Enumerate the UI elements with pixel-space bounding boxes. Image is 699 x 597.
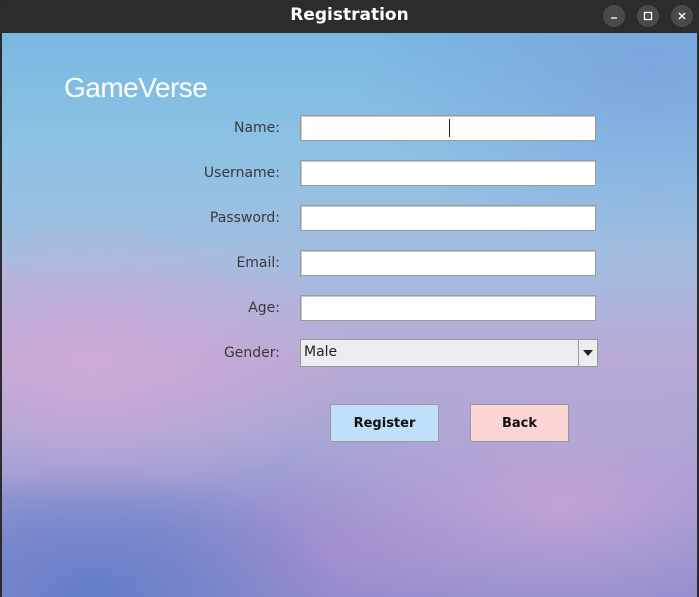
gender-label: Gender:: [223, 345, 280, 361]
gameverse-logo: GameVerse: [64, 72, 208, 103]
minimize-icon: [611, 17, 617, 19]
name-label: Name:: [233, 120, 280, 136]
username-input[interactable]: [300, 160, 596, 186]
gender-select[interactable]: Male: [300, 339, 598, 367]
close-icon: [678, 12, 686, 20]
chevron-down-icon: [583, 350, 593, 356]
age-input[interactable]: [300, 295, 596, 321]
maximize-icon: [643, 11, 653, 21]
email-label: Email:: [236, 255, 280, 271]
minimize-button[interactable]: [603, 5, 625, 27]
close-button[interactable]: [671, 5, 693, 27]
email-input[interactable]: [300, 250, 596, 276]
username-label: Username:: [203, 165, 280, 181]
registration-window: Registration GameVerse Name: Username: P…: [0, 0, 699, 597]
name-input[interactable]: [300, 115, 596, 141]
gender-selected-value: Male: [304, 344, 338, 360]
back-button[interactable]: Back: [470, 404, 569, 442]
registration-content: GameVerse Name: Username: Password: Emai…: [2, 33, 697, 597]
title-bar[interactable]: Registration: [0, 0, 699, 33]
dropdown-arrow-button[interactable]: [578, 340, 597, 366]
password-input[interactable]: [300, 205, 596, 231]
password-label: Password:: [209, 210, 280, 226]
maximize-button[interactable]: [637, 5, 659, 27]
window-title: Registration: [290, 5, 409, 25]
register-button[interactable]: Register: [330, 404, 439, 442]
age-label: Age:: [248, 300, 280, 316]
text-caret: [449, 119, 450, 137]
